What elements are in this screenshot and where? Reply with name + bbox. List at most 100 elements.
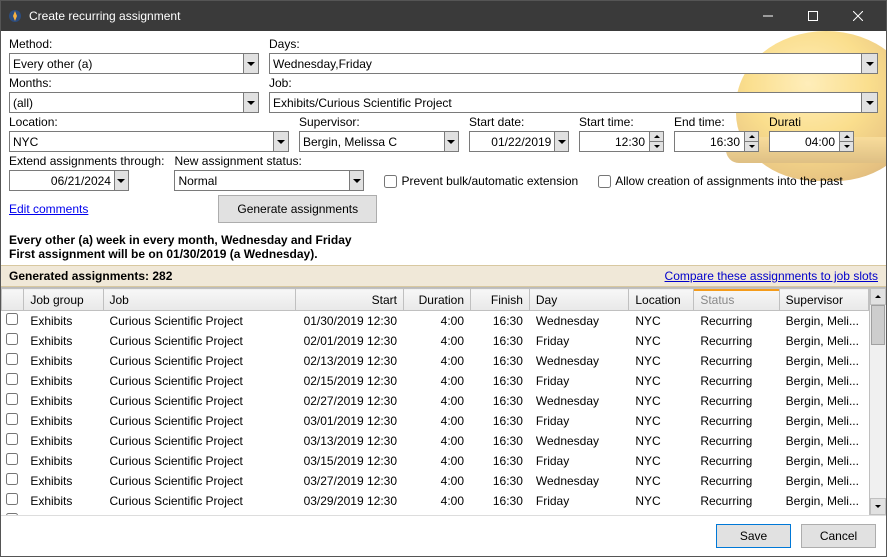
days-input[interactable] xyxy=(269,53,861,74)
row-checkbox[interactable] xyxy=(6,373,18,385)
months-select[interactable] xyxy=(9,92,259,113)
row-checkbox-cell[interactable] xyxy=(2,371,24,391)
cancel-button[interactable]: Cancel xyxy=(801,524,876,548)
start-time-down[interactable] xyxy=(649,142,664,152)
scroll-down-button[interactable] xyxy=(870,498,886,515)
edit-comments-link[interactable]: Edit comments xyxy=(9,202,88,216)
supervisor-drop-icon[interactable] xyxy=(444,131,459,152)
duration-down[interactable] xyxy=(839,142,854,152)
row-checkbox-cell[interactable] xyxy=(2,331,24,351)
days-select[interactable] xyxy=(269,53,878,74)
col-finish[interactable]: Finish xyxy=(471,289,530,311)
location-input[interactable] xyxy=(9,131,273,152)
row-checkbox-cell[interactable] xyxy=(2,451,24,471)
start-date-drop-icon[interactable] xyxy=(554,131,569,152)
row-checkbox[interactable] xyxy=(6,393,18,405)
table-row[interactable]: ExhibitsCurious Scientific Project02/01/… xyxy=(2,331,869,351)
job-input[interactable] xyxy=(269,92,861,113)
row-checkbox-cell[interactable] xyxy=(2,351,24,371)
extend-through-picker[interactable] xyxy=(9,170,129,191)
start-date-picker[interactable] xyxy=(469,131,569,152)
method-input[interactable] xyxy=(9,53,243,74)
row-checkbox[interactable] xyxy=(6,333,18,345)
supervisor-input[interactable] xyxy=(299,131,444,152)
row-checkbox-cell[interactable] xyxy=(2,311,24,331)
location-select[interactable] xyxy=(9,131,289,152)
table-row[interactable]: ExhibitsCurious Scientific Project02/13/… xyxy=(2,351,869,371)
duration-spinner[interactable] xyxy=(769,131,854,152)
location-drop-icon[interactable] xyxy=(273,131,289,152)
table-row[interactable]: ExhibitsCurious Scientific Project03/27/… xyxy=(2,471,869,491)
col-checkbox[interactable] xyxy=(2,289,24,311)
extend-through-input[interactable] xyxy=(9,170,114,191)
col-day[interactable]: Day xyxy=(529,289,628,311)
row-checkbox[interactable] xyxy=(6,413,18,425)
row-checkbox-cell[interactable] xyxy=(2,391,24,411)
end-time-input[interactable] xyxy=(674,131,744,152)
compare-link[interactable]: Compare these assignments to job slots xyxy=(665,269,878,283)
start-time-spinner[interactable] xyxy=(579,131,664,152)
start-time-input[interactable] xyxy=(579,131,649,152)
save-button[interactable]: Save xyxy=(716,524,791,548)
row-checkbox-cell[interactable] xyxy=(2,471,24,491)
table-row[interactable]: ExhibitsCurious Scientific Project02/27/… xyxy=(2,391,869,411)
allow-past-input[interactable] xyxy=(598,175,611,188)
row-checkbox[interactable] xyxy=(6,353,18,365)
table-row[interactable]: ExhibitsCurious Scientific Project01/30/… xyxy=(2,311,869,331)
days-drop-icon[interactable] xyxy=(861,53,878,74)
maximize-button[interactable] xyxy=(790,1,835,31)
col-location[interactable]: Location xyxy=(629,289,694,311)
row-checkbox-cell[interactable] xyxy=(2,511,24,516)
end-time-spinner[interactable] xyxy=(674,131,759,152)
table-row[interactable]: ExhibitsCurious Scientific Project03/13/… xyxy=(2,431,869,451)
job-select[interactable] xyxy=(269,92,878,113)
start-time-up[interactable] xyxy=(649,131,664,142)
row-checkbox[interactable] xyxy=(6,493,18,505)
generate-assignments-button[interactable]: Generate assignments xyxy=(218,195,377,223)
prevent-bulk-checkbox[interactable]: Prevent bulk/automatic extension xyxy=(384,174,578,188)
table-row[interactable]: ExhibitsCurious Scientific Project03/15/… xyxy=(2,451,869,471)
col-job[interactable]: Job xyxy=(103,289,296,311)
row-checkbox-cell[interactable] xyxy=(2,431,24,451)
col-start[interactable]: Start xyxy=(296,289,404,311)
months-drop-icon[interactable] xyxy=(243,92,259,113)
months-input[interactable] xyxy=(9,92,243,113)
table-row[interactable]: ExhibitsCurious Scientific Project03/01/… xyxy=(2,411,869,431)
col-job-group[interactable]: Job group xyxy=(24,289,103,311)
table-row[interactable]: ExhibitsCurious Scientific Project02/15/… xyxy=(2,371,869,391)
table-row[interactable]: ExhibitsCurious Scientific Project03/29/… xyxy=(2,491,869,511)
allow-past-checkbox[interactable]: Allow creation of assignments into the p… xyxy=(598,174,842,188)
row-checkbox[interactable] xyxy=(6,313,18,325)
scroll-up-button[interactable] xyxy=(870,288,886,305)
prevent-bulk-input[interactable] xyxy=(384,175,397,188)
row-checkbox[interactable] xyxy=(6,473,18,485)
vertical-scrollbar[interactable] xyxy=(869,288,886,515)
method-select[interactable] xyxy=(9,53,259,74)
row-checkbox[interactable] xyxy=(6,453,18,465)
duration-input[interactable] xyxy=(769,131,839,152)
row-checkbox[interactable] xyxy=(6,433,18,445)
row-checkbox[interactable] xyxy=(6,513,18,515)
new-status-input[interactable] xyxy=(174,170,348,191)
row-checkbox-cell[interactable] xyxy=(2,491,24,511)
minimize-button[interactable] xyxy=(745,1,790,31)
duration-up[interactable] xyxy=(839,131,854,142)
method-drop-icon[interactable] xyxy=(243,53,259,74)
supervisor-select[interactable] xyxy=(299,131,459,152)
col-status[interactable]: Status xyxy=(694,289,779,311)
start-date-input[interactable] xyxy=(469,131,554,152)
new-status-drop-icon[interactable] xyxy=(349,170,365,191)
end-time-up[interactable] xyxy=(744,131,759,142)
job-drop-icon[interactable] xyxy=(861,92,878,113)
col-supervisor[interactable]: Supervisor xyxy=(779,289,868,311)
extend-through-drop-icon[interactable] xyxy=(114,170,129,191)
new-status-select[interactable] xyxy=(174,170,364,191)
col-duration[interactable]: Duration xyxy=(404,289,471,311)
assignments-grid[interactable]: Job group Job Start Duration Finish Day … xyxy=(1,288,869,515)
table-row[interactable]: ExhibitsCurious Scientific Project04/10/… xyxy=(2,511,869,516)
end-time-down[interactable] xyxy=(744,142,759,152)
row-checkbox-cell[interactable] xyxy=(2,411,24,431)
close-button[interactable] xyxy=(835,1,880,31)
scroll-track[interactable] xyxy=(870,305,886,498)
scroll-thumb[interactable] xyxy=(871,305,885,345)
